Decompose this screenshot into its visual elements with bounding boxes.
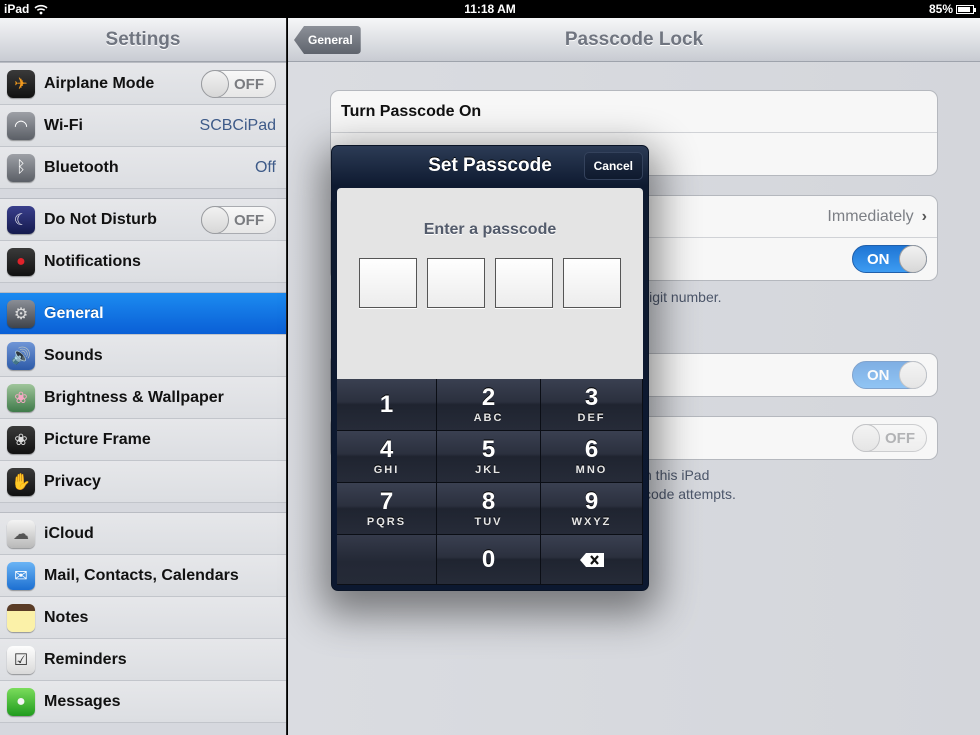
key-2[interactable]: 2 ABC <box>437 379 541 431</box>
sidebar-item-wi-fi[interactable]: ◠ Wi-Fi SCBCiPad <box>0 105 286 147</box>
sidebar-item-label: Notifications <box>44 252 141 270</box>
turn-passcode-on-row[interactable]: Turn Passcode On <box>331 91 937 133</box>
settings-group: ✈ Airplane Mode OFF ◠ Wi-Fi SCBCiPad ᛒ Bluetoot… <box>0 62 286 189</box>
settings-list: ✈ Airplane Mode OFF ◠ Wi-Fi SCBCiPad ᛒ Bluetoot… <box>0 62 286 723</box>
sidebar-item-messages[interactable]: ● Messages <box>0 681 286 723</box>
simple-passcode-switch[interactable]: ON <box>852 245 927 273</box>
sidebar-item-label: Picture Frame <box>44 430 151 448</box>
flower-icon: ❀ <box>7 383 35 412</box>
gear-icon: ⚙ <box>7 299 35 328</box>
numeric-keypad: 1 2 ABC 3 DEF 4 GHI 5 JKL 6 MNO 7 PQRS 8 TUV 9 WXYZ 0 <box>337 379 643 585</box>
sidebar-item-do-not-disturb[interactable]: ☾ Do Not Disturb OFF <box>0 199 286 241</box>
passcode-entry-area: Enter a passcode <box>337 188 643 379</box>
hand-icon: ✋ <box>7 467 35 496</box>
do-not-disturb-switch[interactable]: OFF <box>201 205 276 234</box>
passcode-digit-field[interactable] <box>495 258 553 308</box>
key-9[interactable]: 9 WXYZ <box>541 483 643 535</box>
sidebar-item-sounds[interactable]: 🔊 Sounds <box>0 335 286 377</box>
delete-key[interactable] <box>541 535 643 585</box>
passcode-fields <box>359 258 621 308</box>
settings-group: ☁ iCloud ✉ Mail, Contacts, Calendars Notes ☑ R… <box>0 512 286 723</box>
key-8[interactable]: 8 TUV <box>437 483 541 535</box>
key-6[interactable]: 6 MNO <box>541 431 643 483</box>
page-title: Passcode Lock <box>564 29 704 50</box>
sidebar-item-value: Off <box>254 158 276 176</box>
messages-icon: ● <box>7 687 35 716</box>
sidebar-item-general[interactable]: ⚙ General <box>0 293 286 335</box>
switch-knob <box>899 245 927 273</box>
settings-group: ☾ Do Not Disturb OFF ● Notifications <box>0 198 286 283</box>
sidebar-item-airplane-mode[interactable]: ✈ Airplane Mode OFF <box>0 63 286 105</box>
sidebar-item-label: Brightness & Wallpaper <box>44 388 224 406</box>
sidebar-item-label: iCloud <box>44 524 94 542</box>
passcode-digit-field[interactable] <box>359 258 417 308</box>
chevron-right-icon: › <box>921 207 927 225</box>
settings-group: ⚙ General 🔊 Sounds ❀ Brightness & Wallpaper ❀ P… <box>0 292 286 503</box>
sidebar-item-label: Messages <box>44 692 121 710</box>
switch-knob <box>899 361 927 389</box>
sidebar-title: Settings <box>0 18 286 62</box>
blank-key <box>337 535 437 585</box>
delete-icon <box>579 552 604 567</box>
key-7[interactable]: 7 PQRS <box>337 483 437 535</box>
speaker-icon: 🔊 <box>7 341 35 370</box>
status-bar: iPad 11:18 AM 85% <box>0 0 980 18</box>
clock: 11:18 AM <box>464 2 516 16</box>
cloud-icon: ☁ <box>7 519 35 548</box>
airplane-icon: ✈ <box>7 69 35 98</box>
key-0[interactable]: 0 <box>437 535 541 585</box>
sidebar-item-label: Privacy <box>44 472 101 490</box>
mail-icon: ✉ <box>7 561 35 590</box>
sidebar-item-reminders[interactable]: ☑ Reminders <box>0 639 286 681</box>
airplane-mode-switch[interactable]: OFF <box>201 69 276 98</box>
switch-knob <box>201 205 229 234</box>
reminders-icon: ☑ <box>7 645 35 674</box>
turn-passcode-on-label: Turn Passcode On <box>341 102 482 120</box>
cancel-button[interactable]: Cancel <box>583 152 643 180</box>
sidebar-item-brightness-wallpaper[interactable]: ❀ Brightness & Wallpaper <box>0 377 286 419</box>
key-1[interactable]: 1 <box>337 379 437 431</box>
sidebar-item-label: General <box>44 304 104 322</box>
key-5[interactable]: 5 JKL <box>437 431 541 483</box>
battery-icon <box>956 4 976 14</box>
wifi-icon: ◠ <box>7 111 35 140</box>
notes-icon <box>7 603 35 632</box>
notifications-icon: ● <box>7 247 35 276</box>
require-passcode-value: Immediately <box>827 207 914 225</box>
sidebar-item-privacy[interactable]: ✋ Privacy <box>0 461 286 503</box>
sidebar-item-value: SCBCiPad <box>199 116 276 134</box>
detail-nav-bar: General Passcode Lock <box>288 18 980 62</box>
sidebar-item-notes[interactable]: Notes <box>0 597 286 639</box>
sidebar-item-label: Reminders <box>44 650 127 668</box>
sidebar-item-label: Wi-Fi <box>44 116 83 134</box>
bluetooth-icon: ᛒ <box>7 153 35 182</box>
moon-icon: ☾ <box>7 205 35 234</box>
sidebar-item-label: Do Not Disturb <box>44 210 157 228</box>
sidebar-item-picture-frame[interactable]: ❀ Picture Frame <box>0 419 286 461</box>
dialog-header: Set Passcode Cancel <box>332 146 648 186</box>
passcode-digit-field[interactable] <box>427 258 485 308</box>
erase-data-switch[interactable]: OFF <box>852 424 927 452</box>
key-3[interactable]: 3 DEF <box>541 379 643 431</box>
sidebar-item-bluetooth[interactable]: ᛒ Bluetooth Off <box>0 147 286 189</box>
picture-frame-icon: ❀ <box>7 425 35 454</box>
set-passcode-dialog: Set Passcode Cancel Enter a passcode 12A… <box>331 145 649 591</box>
sidebar-item-notifications[interactable]: ● Notifications <box>0 241 286 283</box>
switch-knob <box>201 69 229 98</box>
key-4[interactable]: 4 GHI <box>337 431 437 483</box>
switch-knob <box>852 424 880 452</box>
passcode-digit-field[interactable] <box>563 258 621 308</box>
passcode-prompt: Enter a passcode <box>423 221 557 238</box>
sidebar-item-label: Mail, Contacts, Calendars <box>44 566 239 584</box>
erase-data-footnote: n this iPad code attempts. <box>644 467 736 502</box>
sidebar-item-label: Notes <box>44 608 89 626</box>
picture-frame-switch[interactable]: ON <box>852 361 927 389</box>
sidebar-item-label: Airplane Mode <box>44 74 155 92</box>
sidebar-item-mail-contacts-calendars[interactable]: ✉ Mail, Contacts, Calendars <box>0 555 286 597</box>
sidebar-item-icloud[interactable]: ☁ iCloud <box>0 513 286 555</box>
battery-percent: 85% <box>928 2 953 16</box>
sidebar-item-label: Bluetooth <box>44 158 119 176</box>
settings-sidebar: Settings ✈ Airplane Mode OFF ◠ Wi-Fi SCBCiPad… <box>0 18 287 735</box>
sidebar-item-label: Sounds <box>44 346 103 364</box>
